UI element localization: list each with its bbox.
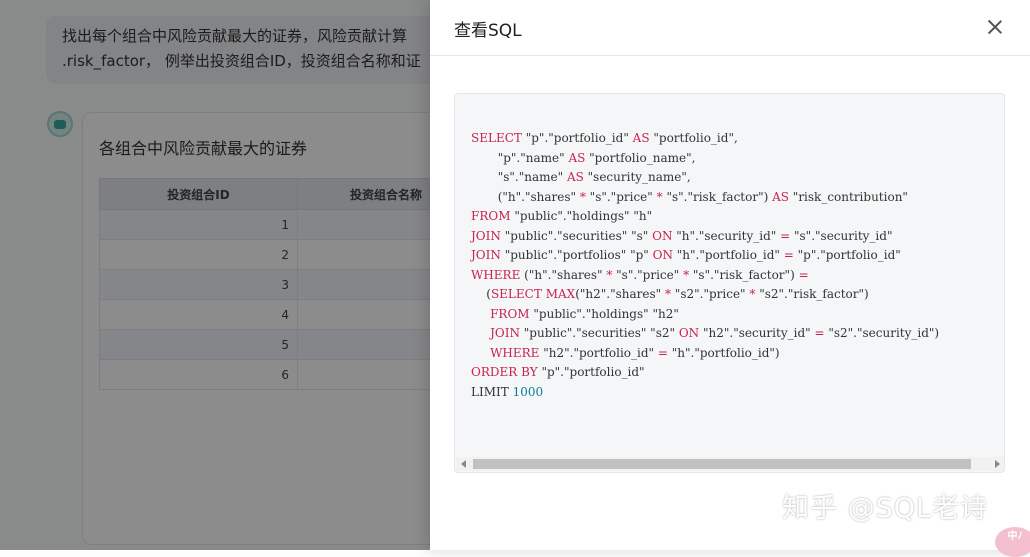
sql-token: "h"."security_id" (672, 228, 781, 243)
sql-token: "s2"."risk_factor") (755, 287, 869, 301)
sql-code-block: SELECT "p"."portfolio_id" AS "portfolio_… (454, 93, 1005, 473)
sql-keyword: AS (566, 170, 584, 184)
sql-line: JOIN "public"."portfolios" "p" ON "h"."p… (471, 248, 901, 262)
sql-keyword: WHERE (471, 267, 521, 282)
sql-token: "s"."price" (612, 267, 684, 282)
sql-token: "p"."name" (471, 150, 569, 165)
sql-token: "public"."securities" "s2" (519, 326, 679, 340)
sql-token: "s"."price" (585, 189, 657, 204)
sql-token: "risk_contribution" (788, 189, 908, 204)
sql-token: "portfolio_name", (585, 150, 696, 165)
sql-line: JOIN "public"."securities" "s2" ON "h2".… (471, 326, 939, 340)
sql-keyword: = (814, 326, 825, 340)
sql-token: ( (471, 287, 491, 301)
sql-keyword: AS (568, 150, 586, 165)
sql-token: "s2"."security_id") (824, 326, 940, 340)
sql-line: (SELECT MAX("h2"."shares" * "s2"."price"… (471, 287, 869, 301)
sql-line: WHERE "h2"."portfolio_id" = "h"."portfol… (471, 346, 780, 360)
sql-token: "public"."holdings" "h" (510, 209, 653, 223)
corner-badge: 中ﾉ (995, 527, 1030, 557)
sql-line: "s"."name" AS "security_name", (471, 170, 691, 184)
sql-token: "h2"."portfolio_id" (539, 345, 658, 360)
sql-token: "public"."portfolios" "p" (500, 248, 653, 262)
sql-token: "s"."risk_factor") (689, 267, 799, 282)
sql-keyword: SELECT (490, 287, 542, 301)
sql-keyword: WHERE (490, 345, 540, 360)
sql-keyword: SELECT (471, 131, 522, 145)
sql-line: FROM "public"."holdings" "h" (471, 209, 652, 223)
sql-keyword: ON (652, 248, 673, 262)
sql-keyword: = (783, 248, 794, 262)
scrollbar-thumb[interactable] (473, 459, 971, 469)
sql-line: JOIN "public"."securities" "s" ON "h"."s… (471, 229, 892, 243)
sql-keyword: FROM (490, 306, 530, 321)
sql-line: ("h"."shares" * "s"."price" * "s"."risk_… (471, 190, 908, 204)
sql-keyword: FROM (471, 209, 511, 223)
sql-token: "s2"."price" (670, 287, 750, 301)
sql-keyword: MAX (545, 287, 576, 301)
sql-keyword: = (798, 267, 809, 282)
sql-keyword: = (780, 228, 791, 243)
sql-token: "public"."holdings" "h2" (529, 306, 679, 321)
sql-code-text: SELECT "p"."portfolio_id" AS "portfolio_… (471, 129, 939, 402)
view-sql-drawer: 查看SQL SELECT "p"."portfolio_id" AS "port… (430, 0, 1030, 557)
sql-token: "h"."portfolio_id" (672, 248, 784, 262)
sql-keyword: ON (678, 326, 700, 340)
sql-keyword: JOIN (471, 248, 501, 262)
sql-line: WHERE ("h"."shares" * "s"."price" * "s".… (471, 268, 809, 282)
sql-keyword: ORDER BY (471, 365, 538, 379)
sql-token: "security_name", (583, 170, 691, 184)
sql-keyword: = (657, 345, 668, 360)
sql-line: SELECT "p"."portfolio_id" AS "portfolio_… (471, 131, 738, 145)
drawer-header: 查看SQL (430, 0, 1030, 56)
scroll-left-arrow-icon[interactable] (461, 460, 466, 468)
sql-line: FROM "public"."holdings" "h2" (471, 307, 679, 321)
sql-token: "p"."portfolio_id" (521, 131, 633, 145)
sql-token: ("h"."shares" (471, 189, 580, 204)
sql-line: ORDER BY "p"."portfolio_id" (471, 365, 645, 379)
sql-keyword: AS (632, 131, 650, 145)
sql-keyword: AS (772, 189, 789, 204)
sql-token: "portfolio_id", (649, 131, 738, 145)
sql-token: "h"."portfolio_id") (667, 345, 780, 360)
sql-keyword: JOIN (490, 326, 520, 340)
horizontal-scrollbar[interactable] (456, 457, 1004, 471)
sql-token: LIMIT (471, 384, 513, 399)
sql-line: LIMIT 1000 (471, 385, 543, 399)
sql-token: "s"."name" (471, 170, 567, 184)
drawer-title: 查看SQL (454, 21, 522, 41)
sql-token: "h2"."security_id" (699, 326, 815, 340)
sql-keyword: JOIN (471, 228, 501, 243)
sql-token: "public"."securities" "s" (500, 228, 653, 243)
sql-token: "p"."portfolio_id" (537, 365, 645, 379)
sql-number: 1000 (512, 384, 544, 399)
sql-token: ("h"."shares" (520, 267, 607, 282)
sql-token: "s"."security_id" (790, 228, 893, 243)
sql-token: "s"."risk_factor") (662, 189, 773, 204)
sql-token: "p"."portfolio_id" (793, 248, 901, 262)
watermark: 知乎 @SQL老诗 (782, 493, 989, 524)
sql-token: ("h2"."shares" (575, 287, 665, 301)
close-icon[interactable] (983, 15, 1007, 39)
sql-keyword: ON (652, 228, 673, 243)
scroll-right-arrow-icon[interactable] (995, 460, 1000, 468)
sql-line: "p"."name" AS "portfolio_name", (471, 150, 696, 165)
